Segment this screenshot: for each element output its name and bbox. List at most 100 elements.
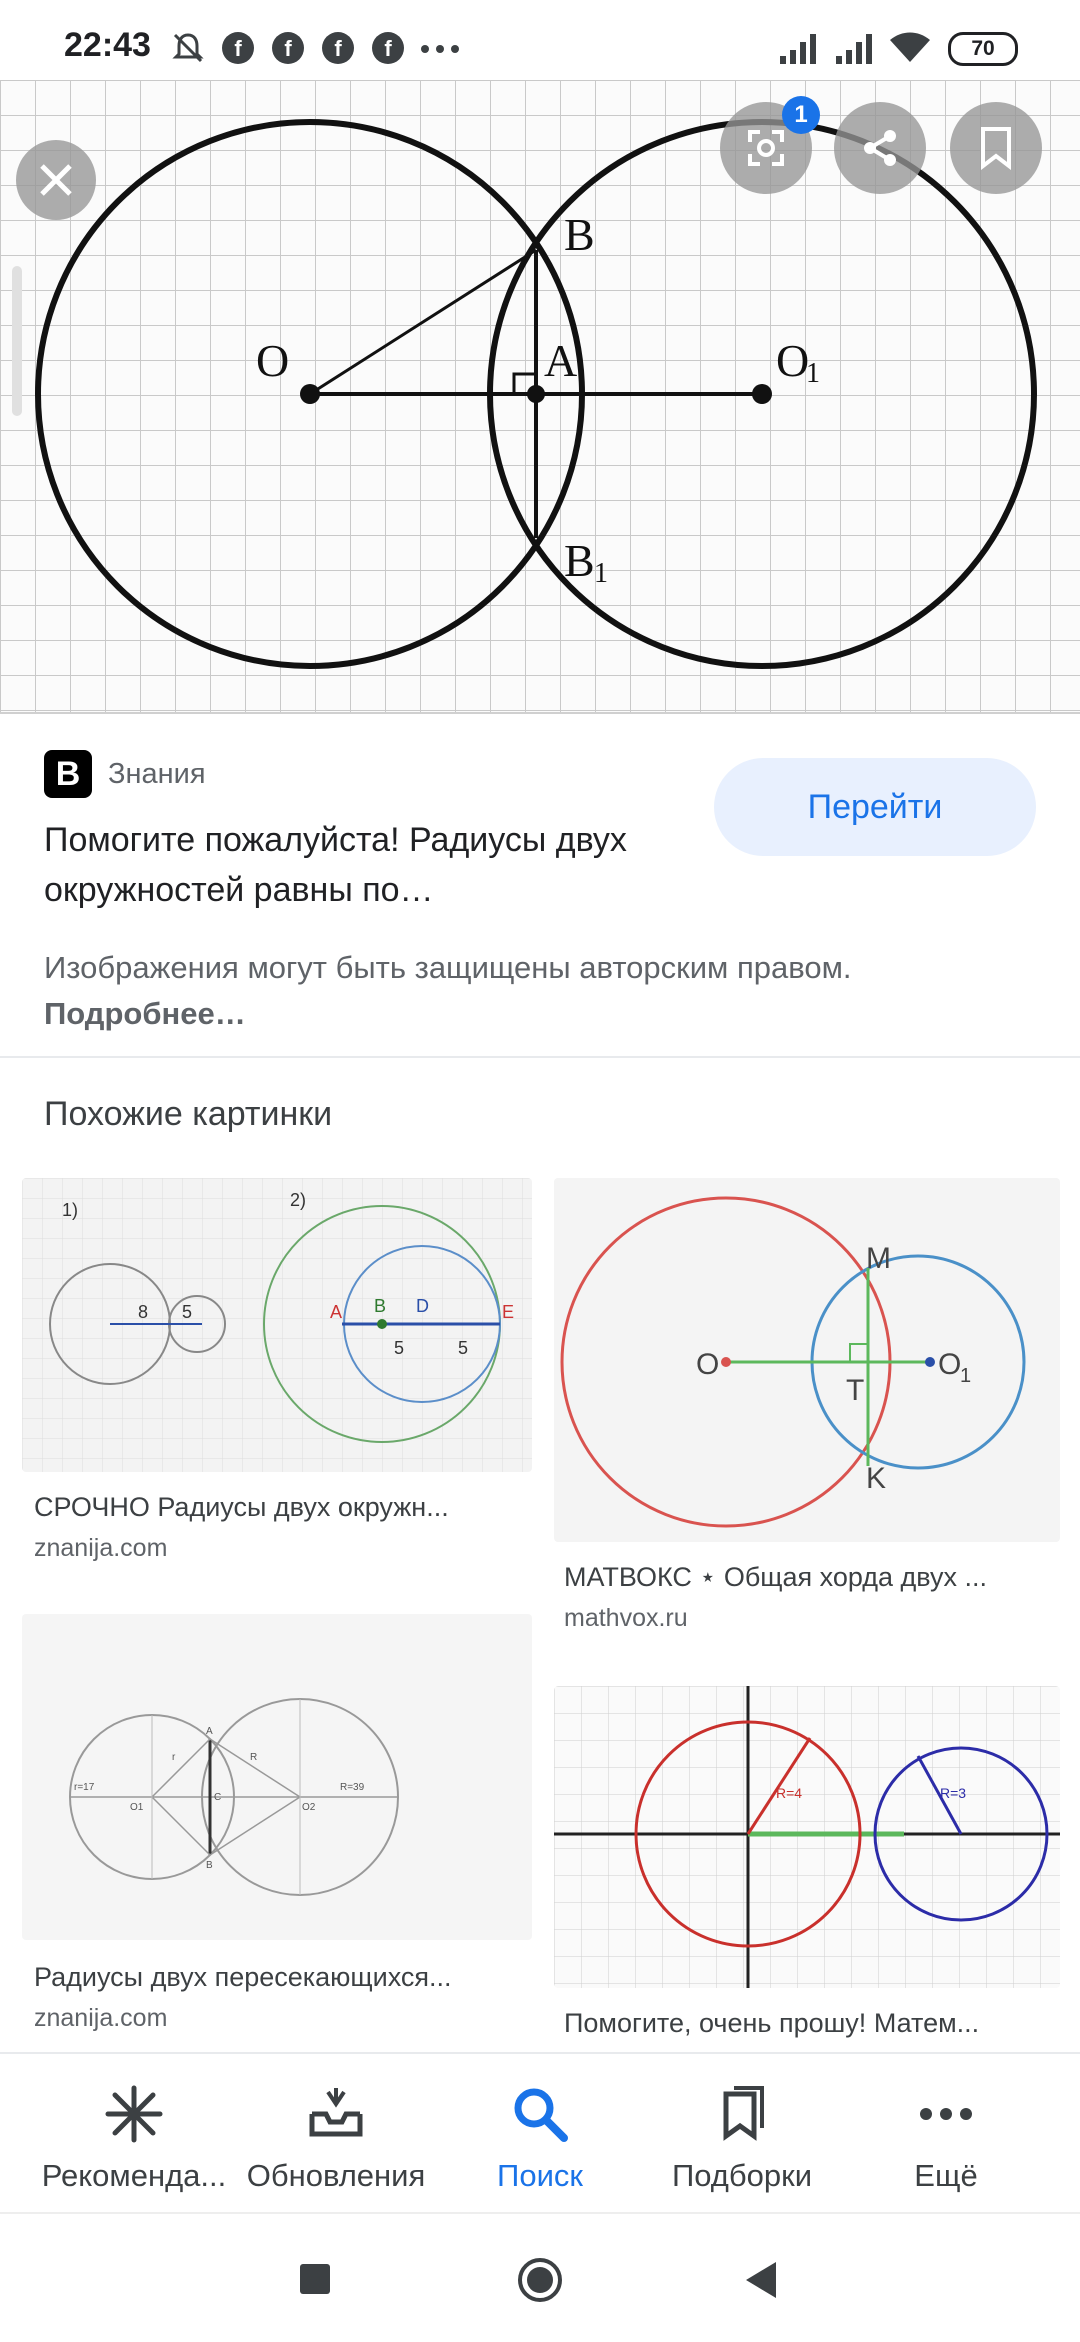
svg-text:D: D (416, 1296, 429, 1316)
card-title: Помогите, очень прошу! Матем... (564, 2008, 980, 2038)
nav-label: Обновления (246, 2158, 426, 2193)
card-domain: znanija.com (34, 2004, 168, 2032)
scroll-handle[interactable] (12, 266, 22, 416)
card-thumbnail: r=17 O1 A C B R r O2 R=39 (22, 1614, 532, 1940)
card-domain: znanija.com (34, 1534, 168, 1562)
card-thumbnail: R=4 R=3 (554, 1686, 1060, 1988)
recents-button[interactable] (300, 2264, 330, 2294)
label-b1: B (564, 535, 595, 586)
label-b: B (564, 209, 595, 260)
status-time: 22:43 (64, 26, 151, 64)
label-b1-subscript: 1 (594, 558, 608, 589)
copyright-notice: Изображения могут быть защищены авторски… (44, 945, 1044, 1037)
divider (0, 1056, 1080, 1058)
bookmark-icon (981, 127, 1011, 170)
result-title[interactable]: Помогите пожалуйста! Радиусы двух окружн… (44, 815, 664, 915)
inbox-updates-icon (309, 2088, 363, 2137)
more-notifications-icon (421, 45, 459, 53)
svg-text:B: B (374, 1296, 386, 1316)
collections-icon (723, 2086, 764, 2141)
svg-text:T: T (846, 1374, 864, 1407)
svg-text:O: O (696, 1348, 719, 1381)
svg-text:2): 2) (290, 1190, 306, 1210)
svg-text:r=17: r=17 (74, 1782, 95, 1793)
svg-text:R=3: R=3 (940, 1785, 966, 1801)
source-logo: B (44, 750, 92, 798)
card-thumbnail: 1) 2) 8 5 A B D E 5 5 (22, 1178, 532, 1472)
svg-text:M: M (866, 1242, 891, 1275)
learn-more-link[interactable]: Подробнее… (44, 996, 246, 1031)
close-button[interactable] (16, 140, 96, 220)
visit-button[interactable]: Перейти (714, 758, 1036, 856)
facebook-icon: f (272, 32, 304, 64)
svg-text:R=4: R=4 (776, 1785, 802, 1801)
nav-more[interactable]: Ещё (838, 2054, 1054, 2214)
similar-images-heading: Похожие картинки (44, 1095, 333, 1133)
svg-text:O2: O2 (302, 1802, 316, 1813)
svg-text:r: r (172, 1752, 176, 1763)
lens-badge: 1 (782, 96, 820, 134)
facebook-icon: f (322, 32, 354, 64)
svg-text:R=39: R=39 (340, 1782, 365, 1793)
card-domain: mathvox.ru (564, 1604, 688, 1632)
mute-bell-icon (172, 33, 204, 63)
signal-icon (836, 34, 872, 64)
card-title: МАТВОКС ⋆ Общая хорда двух ... (564, 1562, 988, 1592)
signal-icon (780, 34, 816, 64)
svg-text:5: 5 (182, 1302, 192, 1322)
share-icon (864, 130, 896, 166)
facebook-icon: f (222, 32, 254, 64)
nav-search[interactable]: Поиск (432, 2054, 648, 2214)
more-dots-icon (920, 2108, 972, 2120)
system-navigation-bar (0, 2212, 1080, 2342)
nav-recommendations[interactable]: Рекоменда... (26, 2054, 242, 2214)
svg-text:5: 5 (458, 1338, 468, 1358)
share-button[interactable] (834, 102, 926, 194)
nav-label: Поиск (497, 2158, 583, 2193)
similar-card[interactable]: r=17 O1 A C B R r O2 R=39 Радиусы двух п… (22, 1614, 532, 2044)
sparkle-icon (105, 2085, 163, 2143)
lens-icon (748, 130, 784, 166)
wifi-icon (890, 32, 930, 62)
card-1-diagram: 1) 2) 8 5 A B D E 5 5 (22, 1178, 532, 1472)
label-o: O (256, 335, 289, 386)
card-title: Радиусы двух пересекающихся... (34, 1962, 452, 1992)
nav-label: Ещё (914, 2158, 978, 2193)
card-thumbnail: O M T O 1 K (554, 1178, 1060, 1542)
svg-text:E: E (502, 1302, 514, 1322)
search-icon (514, 2088, 568, 2142)
card-4-diagram: R=4 R=3 (554, 1686, 1060, 1988)
card-title: СРОЧНО Радиусы двух окружн... (34, 1492, 449, 1522)
svg-text:1): 1) (62, 1200, 78, 1220)
back-button[interactable] (744, 2260, 778, 2300)
svg-text:5: 5 (394, 1338, 404, 1358)
svg-text:R: R (250, 1752, 257, 1763)
svg-text:1: 1 (960, 1365, 971, 1387)
nav-label: Подборки (671, 2158, 813, 2193)
source-name[interactable]: Знания (108, 758, 206, 791)
similar-card[interactable]: O M T O 1 K МАТВОКС ⋆ Общая хорда двух .… (554, 1178, 1060, 1638)
nav-collections[interactable]: Подборки (634, 2054, 850, 2214)
label-o1: O (776, 335, 809, 386)
bottom-navigation: Рекоменда... Обновления Поиск Подборки Е… (0, 2052, 1080, 2214)
label-o1-subscript: 1 (806, 358, 820, 389)
card-3-diagram: r=17 O1 A C B R r O2 R=39 (69, 1698, 399, 1896)
bookmark-button[interactable] (950, 102, 1042, 194)
facebook-icon: f (372, 32, 404, 64)
copyright-text: Изображения могут быть защищены авторски… (44, 950, 852, 985)
svg-text:K: K (866, 1462, 886, 1495)
nav-updates[interactable]: Обновления (228, 2054, 444, 2214)
nav-label: Рекоменда... (41, 2158, 227, 2193)
label-a: A (544, 335, 577, 386)
svg-text:B: B (206, 1860, 213, 1871)
status-bar: 22:43 f f f f 70 (0, 0, 1080, 80)
battery-indicator: 70 (948, 32, 1018, 66)
similar-card[interactable]: R=4 R=3 Помогите, очень прошу! Матем... (554, 1686, 1060, 2046)
image-preview[interactable]: O B A O 1 B 1 1 (0, 80, 1080, 714)
svg-text:C: C (214, 1792, 221, 1803)
card-2-diagram: O M T O 1 K (560, 1196, 1026, 1528)
similar-card[interactable]: 1) 2) 8 5 A B D E 5 5 СРОЧНО Радиусы дву… (22, 1178, 532, 1562)
svg-text:A: A (206, 1726, 213, 1737)
svg-text:O1: O1 (130, 1802, 144, 1813)
home-button[interactable] (516, 2256, 564, 2304)
